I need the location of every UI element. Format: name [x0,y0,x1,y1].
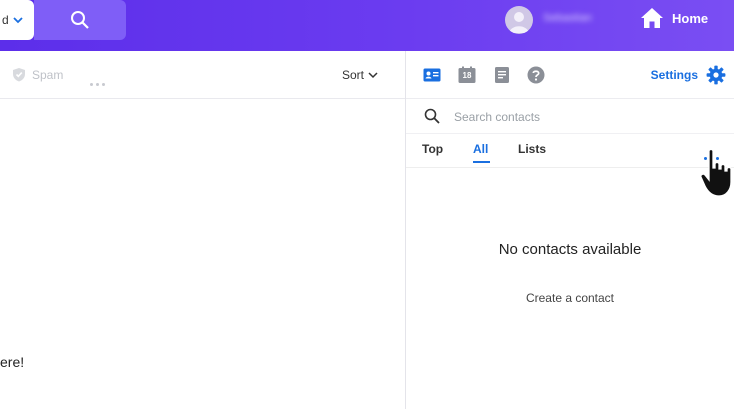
avatar-icon [509,12,529,33]
avatar[interactable] [505,6,533,34]
folder-dropdown[interactable]: d [0,0,34,40]
empty-message-text: ere! [0,354,25,370]
active-tab-indicator [473,161,490,163]
home-icon [641,8,663,28]
gear-icon[interactable] [706,65,726,85]
contacts-toolbar: 18 Settings [406,51,734,99]
search-icon [71,11,89,29]
notepad-icon[interactable] [493,66,511,84]
search-icon [424,108,440,124]
search-button[interactable] [34,0,126,40]
chevron-down-icon [368,72,378,79]
spam-label: Spam [32,67,64,82]
contacts-card-icon[interactable] [423,66,441,84]
user-name[interactable]: Sebastian [543,12,592,24]
message-toolbar: Spam Sort [0,51,405,99]
settings-link[interactable]: Settings [651,68,698,82]
message-list-pane: Spam Sort ere! [0,51,405,409]
empty-state-title: No contacts available [498,241,642,258]
more-dot [102,83,105,86]
tab-all[interactable]: All [473,142,488,156]
more-actions-button[interactable] [90,73,108,91]
contact-search-bar [406,99,734,134]
sort-dropdown[interactable]: Sort [342,68,378,82]
calendar-button[interactable]: 18 [458,66,476,84]
create-contact-link[interactable]: Create a contact [406,291,734,305]
hand-cursor-icon [700,148,732,197]
contacts-pane: 18 Settings Top All Lists No contacts av… [406,51,734,409]
contact-search-input[interactable] [452,107,706,127]
home-label: Home [672,10,709,26]
calendar-day: 18 [462,71,472,80]
chevron-down-icon [13,17,23,24]
shield-icon [13,68,25,82]
tab-top[interactable]: Top [422,142,443,156]
sort-label: Sort [342,68,365,82]
tab-lists[interactable]: Lists [518,142,546,156]
contact-tabs: Top All Lists [406,135,734,168]
help-icon[interactable] [527,66,545,84]
more-horizontal-icon [90,83,93,86]
more-dot [96,83,99,86]
folder-dropdown-label: d [2,13,9,27]
spam-button[interactable]: Spam [12,67,63,82]
top-bar: d Sebastian Home [0,0,734,51]
home-button[interactable]: Home [640,6,708,30]
